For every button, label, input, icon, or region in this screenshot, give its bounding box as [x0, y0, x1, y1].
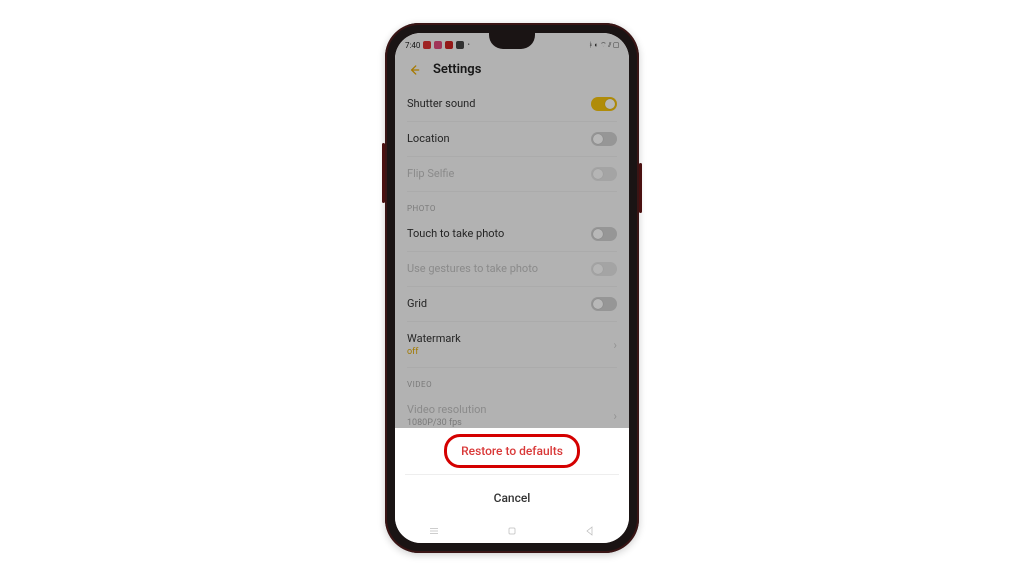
- nav-home-icon[interactable]: [505, 524, 519, 538]
- nav-recent-icon[interactable]: [427, 524, 441, 538]
- cancel-button[interactable]: Cancel: [395, 475, 629, 521]
- android-nav-bar: [395, 523, 629, 539]
- restore-defaults-button[interactable]: Restore to defaults: [395, 428, 629, 474]
- display-notch: [489, 33, 535, 49]
- phone-screen: 7:40 • ᚼ ◐ ⌔ ⫽ ▢: [395, 33, 629, 543]
- nav-back-icon[interactable]: [583, 524, 597, 538]
- phone-frame: 7:40 • ᚼ ◐ ⌔ ⫽ ▢: [385, 23, 639, 553]
